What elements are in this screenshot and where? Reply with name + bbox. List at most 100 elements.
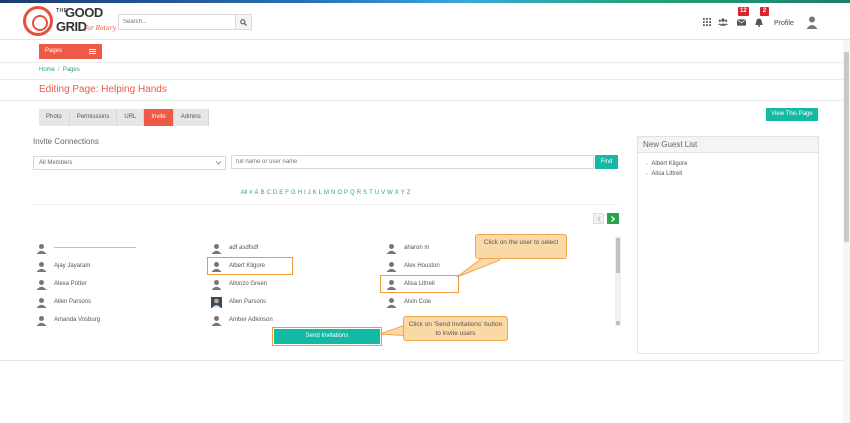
alphabet-filter: All # A B C D E F G H I J K L M N O P Q R S T U V W X Y Z <box>33 190 618 196</box>
user-avatar-icon <box>36 297 47 308</box>
contact-item[interactable]: Alex Houston <box>386 260 440 272</box>
alphabet-letter[interactable]: S <box>363 190 367 196</box>
alphabet-letter[interactable]: F <box>285 190 289 196</box>
alphabet-letter[interactable]: Q <box>350 190 355 196</box>
apps-grid-icon[interactable] <box>703 17 711 27</box>
contact-item[interactable]: ----------------------------------------… <box>36 242 136 254</box>
contact-item[interactable]: Allonzo Green <box>211 278 267 290</box>
select-user-callout: Click on the user to select <box>475 234 567 259</box>
member-filter-select[interactable]: All Members <box>33 156 226 170</box>
page-scrollbar-thumb[interactable] <box>844 52 849 242</box>
mail-count-badge: 12 <box>738 7 749 16</box>
contact-item[interactable]: Alexa Potter <box>36 278 87 290</box>
breadcrumb: Home / Pages <box>39 67 80 73</box>
breadcrumb-separator: / <box>58 67 60 73</box>
user-avatar-icon <box>386 279 397 290</box>
user-avatar-icon <box>211 279 222 290</box>
alphabet-letter[interactable]: J <box>308 190 311 196</box>
alphabet-letter[interactable]: Y <box>401 190 405 196</box>
alphabet-letter[interactable]: P <box>344 190 348 196</box>
alphabet-letter[interactable]: A <box>255 190 259 196</box>
alphabet-letter[interactable]: B <box>261 190 265 196</box>
contact-item[interactable]: Allen Parsons <box>36 296 91 308</box>
alphabet-letter[interactable]: X <box>395 190 399 196</box>
contact-item[interactable]: Alvin Cole <box>386 296 431 308</box>
search-button[interactable] <box>235 14 252 30</box>
alphabet-letter[interactable]: H <box>298 190 302 196</box>
tab-permissions[interactable]: Permissions <box>69 109 118 126</box>
alphabet-letter[interactable]: V <box>381 190 385 196</box>
alphabet-letter[interactable]: O <box>337 190 342 196</box>
page-tabs: Photo Permissions URL Invite Admins <box>39 109 209 126</box>
alphabet-letter[interactable]: D <box>273 190 277 196</box>
contact-item-selected[interactable]: Alisa Littrell <box>386 278 435 290</box>
contact-item[interactable]: Ajay Jayaram <box>36 260 90 272</box>
contacts-scrollbar[interactable] <box>615 236 621 326</box>
scrollbar-thumb[interactable] <box>616 238 620 273</box>
scroll-down-arrow[interactable] <box>616 321 620 325</box>
user-avatar-icon <box>386 261 397 272</box>
find-button[interactable]: Find <box>595 155 618 169</box>
users-icon[interactable] <box>718 17 728 27</box>
view-page-button[interactable]: View This Page <box>766 108 818 121</box>
alphabet-letter[interactable]: Z <box>407 190 411 196</box>
divider <box>0 360 850 361</box>
send-invitations-button[interactable]: Send Invitations <box>272 327 382 346</box>
logo[interactable]: THE GOOD GRID for Rotary <box>23 5 133 40</box>
search-input[interactable] <box>118 14 235 30</box>
guest-list-panel: New Guest List Albert Kilgore Alisa Litt… <box>637 136 819 354</box>
avatar[interactable] <box>805 15 819 29</box>
alphabet-letter[interactable]: K <box>313 190 317 196</box>
page-title: Editing Page: Helping Hands <box>39 84 167 95</box>
pager-prev-button[interactable] <box>593 213 604 224</box>
pager-next-button[interactable] <box>607 213 619 224</box>
chevron-down-icon <box>216 161 221 165</box>
user-avatar-icon <box>211 315 222 326</box>
name-search-input[interactable] <box>231 155 594 169</box>
alphabet-letter[interactable]: R <box>357 190 361 196</box>
guest-item[interactable]: Alisa Littrell <box>646 169 687 179</box>
alphabet-letter[interactable]: W <box>387 190 393 196</box>
notification-count-badge: 2 <box>760 7 769 16</box>
alphabet-letter[interactable]: E <box>279 190 283 196</box>
send-invitations-callout: Click on 'Send Invitations' button to in… <box>403 316 508 341</box>
tab-admins[interactable]: Admins <box>173 109 209 126</box>
profile-link[interactable]: Profile <box>774 20 794 27</box>
contact-item[interactable]: adf asdfsdf <box>211 242 258 254</box>
page-scrollbar[interactable] <box>843 40 850 423</box>
alphabet-letter[interactable]: M <box>324 190 329 196</box>
contact-item[interactable]: Allen Parsons <box>211 296 266 308</box>
alphabet-letter[interactable]: N <box>331 190 335 196</box>
mail-icon[interactable] <box>737 17 746 27</box>
user-avatar-icon <box>36 315 47 326</box>
breadcrumb-pages[interactable]: Pages <box>63 67 80 73</box>
chevron-left-icon <box>596 215 601 222</box>
bell-icon[interactable] <box>755 17 763 27</box>
alphabet-letter[interactable]: # <box>249 190 252 196</box>
divider <box>0 100 850 101</box>
alphabet-letter[interactable]: I <box>304 190 306 196</box>
alphabet-letter[interactable]: C <box>267 190 271 196</box>
user-avatar-icon <box>36 261 47 272</box>
contact-item[interactable]: Amber Adkinson <box>211 314 273 326</box>
contact-item[interactable]: aharon m <box>386 242 429 254</box>
contact-item[interactable]: Amanda Vosburg <box>36 314 100 326</box>
tab-invite[interactable]: Invite <box>144 109 174 126</box>
user-photo-avatar <box>211 296 222 308</box>
alphabet-letter[interactable]: L <box>319 190 322 196</box>
guest-list: Albert Kilgore Alisa Littrell <box>646 159 687 179</box>
top-header: THE GOOD GRID for Rotary 12 2 Profile <box>0 3 850 40</box>
breadcrumb-home[interactable]: Home <box>39 67 55 73</box>
tab-url[interactable]: URL <box>117 109 145 126</box>
chevron-right-icon <box>611 215 615 222</box>
alphabet-letter[interactable]: U <box>375 190 379 196</box>
user-avatar-icon <box>36 279 47 290</box>
pages-menu-button[interactable]: Pages <box>39 44 102 59</box>
tab-photo[interactable]: Photo <box>39 109 70 126</box>
contact-item-selected[interactable]: Albert Kilgore <box>211 260 265 272</box>
user-avatar-icon <box>36 243 47 254</box>
alphabet-letter[interactable]: G <box>291 190 296 196</box>
alphabet-letter[interactable]: All <box>241 190 248 196</box>
guest-item[interactable]: Albert Kilgore <box>646 159 687 169</box>
alphabet-letter[interactable]: T <box>369 190 373 196</box>
